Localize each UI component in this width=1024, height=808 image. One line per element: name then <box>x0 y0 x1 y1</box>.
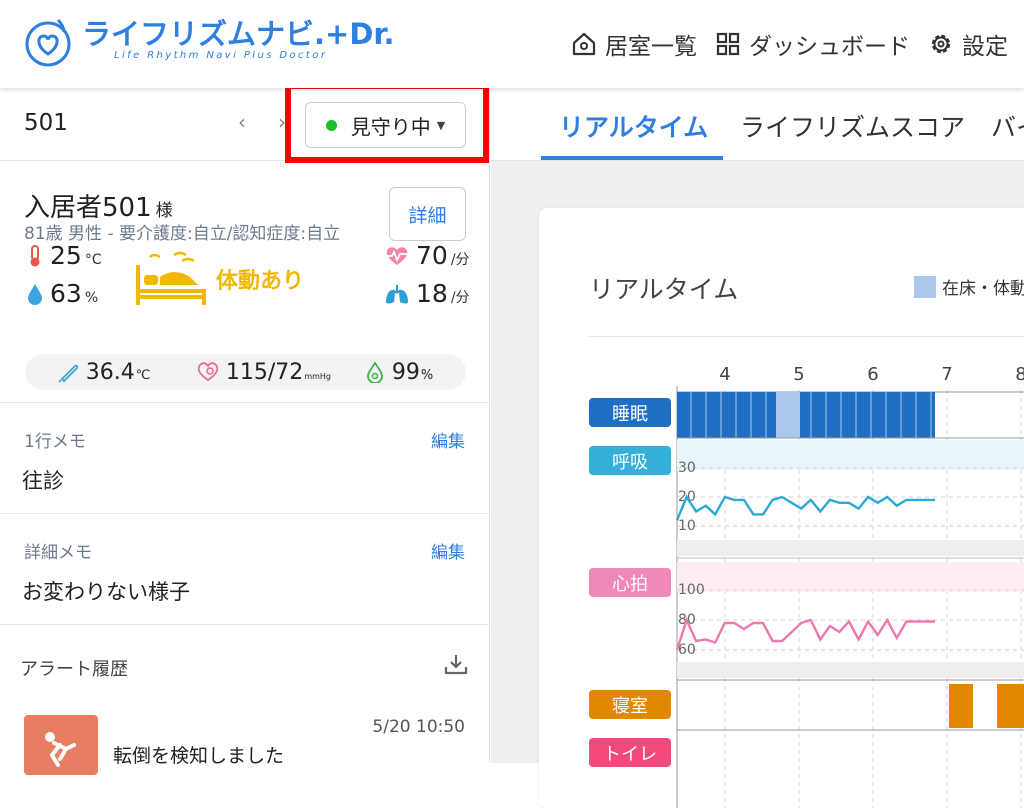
heart-series-y-tick: 100 <box>678 582 705 598</box>
respiration-unit: /分 <box>450 290 470 306</box>
room-humidity: 63 % <box>26 279 98 308</box>
nav-settings-label: 設定 <box>962 34 1008 60</box>
body-temperature-value: 36.4 <box>85 359 135 385</box>
heart-rate: 70 /分 <box>384 241 470 270</box>
spo2-value: 99 <box>391 359 420 385</box>
app-logo[interactable]: ライフリズムナビ.+Dr. Life Rhythm Navi Plus Doct… <box>22 14 395 70</box>
x-tick-label: 7 <box>941 364 952 385</box>
view-tabs: リアルタイム ライフリズムスコア バイ <box>491 88 1024 161</box>
respiration-value: 18 <box>416 279 448 308</box>
detail-memo: 詳細メモ 編集 お変わりない様子 <box>0 514 489 625</box>
heart-rate-unit: /分 <box>450 252 470 268</box>
tab-realtime[interactable]: リアルタイム <box>559 108 708 144</box>
resident-honorific: 様 <box>155 201 173 221</box>
one-line-memo: 1行メモ 編集 往診 <box>0 403 489 514</box>
app-header: ライフリズムナビ.+Dr. Life Rhythm Navi Plus Doct… <box>0 0 1024 88</box>
nav-room-list-label: 居室一覧 <box>605 34 697 60</box>
tab-vital[interactable]: バイ <box>991 108 1024 144</box>
body-temperature: 36.4 ℃ <box>58 359 151 385</box>
realtime-card: リアルタイム 在床・体動 睡眠 呼吸 心拍 寝室 トイレ 4 5 6 7 8 30 20 10… <box>539 208 1024 808</box>
temperature-value: 25 <box>50 241 82 270</box>
room-header: 501 ‹ › 見守り中 ▼ <box>0 83 489 163</box>
thermometer-icon <box>30 244 40 266</box>
bedroom-block <box>949 684 973 728</box>
dashboard-icon <box>716 32 740 56</box>
logo-text: ライフリズムナビ.+Dr. <box>82 17 395 51</box>
blood-pressure-unit: mmHg <box>304 371 331 381</box>
detail-memo-text: お変わりない様子 <box>22 580 190 604</box>
alert-history: アラート履歴 5/20 10:50 転倒を検知しました <box>0 625 489 775</box>
resident-summary: 入居者501 様 81歳 男性 - 要介護度:自立/認知症度:自立 詳細 25 °… <box>0 161 489 403</box>
x-tick-label: 6 <box>867 364 878 385</box>
detail-memo-label: 詳細メモ <box>24 543 92 563</box>
water-drop-icon <box>28 283 42 305</box>
alert-history-title: アラート履歴 <box>20 659 128 680</box>
resident-panel: 501 ‹ › 見守り中 ▼ 入居者501 様 81歳 男性 - 要介護度:自立/… <box>0 83 490 775</box>
body-temperature-unit: ℃ <box>135 367 151 383</box>
heart-rate-value: 70 <box>416 241 448 270</box>
respiration-series-y-tick: 10 <box>678 518 696 534</box>
nav-dashboard[interactable]: ダッシュボード <box>715 27 910 61</box>
blood-pressure-value: 115/72 <box>225 359 304 385</box>
one-line-memo-text: 往診 <box>22 469 64 493</box>
heart-series-band-top <box>677 562 1024 592</box>
realtime-chart: 4 5 6 7 83020101008060 <box>675 364 1024 808</box>
humidity-value: 63 <box>50 279 82 308</box>
nav-settings[interactable]: 設定 <box>928 27 1008 61</box>
blood-pressure: 115/72 mmHg <box>196 359 331 385</box>
main-nav: 居室一覧 ダッシュボード 設定 <box>571 26 1024 62</box>
spo2: 99 % <box>364 360 433 385</box>
one-line-memo-edit-button[interactable]: 編集 <box>431 427 465 452</box>
alert-time: 5/20 10:50 <box>372 717 465 737</box>
prev-room-button[interactable]: ‹ <box>238 110 246 134</box>
respiration-series-band-bottom <box>677 540 1024 556</box>
lungs-icon <box>386 284 408 303</box>
detail-button[interactable]: 詳細 <box>389 187 466 241</box>
sleep-bar <box>677 392 935 438</box>
heart-series-y-tick: 60 <box>678 642 696 658</box>
fall-alert-icon <box>24 715 98 775</box>
download-icon[interactable] <box>443 652 469 678</box>
temperature-unit: °C <box>84 252 102 268</box>
logo-icon <box>25 18 71 67</box>
heart-series-line <box>675 616 935 651</box>
bedroom-block <box>997 684 1024 728</box>
respiration-series-band-top <box>677 440 1024 470</box>
spo2-unit: % <box>420 367 434 383</box>
bed-movement-icon <box>136 251 206 305</box>
respiration-series-y-tick: 30 <box>678 460 696 476</box>
x-tick-label: 4 <box>719 364 730 385</box>
movement-status: 体動あり <box>134 251 304 307</box>
oxygen-drop-icon <box>366 361 383 383</box>
one-line-memo-label: 1行メモ <box>24 432 86 452</box>
home-icon <box>572 32 596 56</box>
heart-pulse-icon <box>386 246 408 265</box>
detail-memo-edit-button[interactable]: 編集 <box>431 538 465 563</box>
tab-life-rhythm-score[interactable]: ライフリズムスコア <box>740 108 965 144</box>
clinical-thermometer-icon <box>58 364 78 383</box>
movement-label: 体動あり <box>216 269 305 294</box>
nav-room-list[interactable]: 居室一覧 <box>571 27 697 61</box>
blood-pressure-icon <box>197 362 219 382</box>
heart-series-band-bottom <box>677 662 1024 678</box>
gear-icon <box>931 34 951 54</box>
respiration-rate: 18 /分 <box>384 279 470 308</box>
highlight-box <box>285 83 489 163</box>
active-tab-indicator <box>541 156 723 160</box>
room-temperature: 25 °C <box>26 241 102 270</box>
x-tick-label: 8 <box>1015 364 1024 385</box>
main-content: リアルタイム ライフリズムスコア バイ リアルタイム 在床・体動 睡眠 呼吸 心… <box>491 88 1024 808</box>
vital-stats-bar: 36.4 ℃ 115/72 mmHg 99 % <box>25 354 466 390</box>
nav-dashboard-label: ダッシュボード <box>749 34 910 60</box>
respiration-series-line <box>675 494 935 521</box>
humidity-unit: % <box>84 290 99 306</box>
x-tick-label: 5 <box>793 364 804 385</box>
alert-message[interactable]: 転倒を検知しました <box>113 741 284 768</box>
room-number: 501 <box>24 110 68 136</box>
